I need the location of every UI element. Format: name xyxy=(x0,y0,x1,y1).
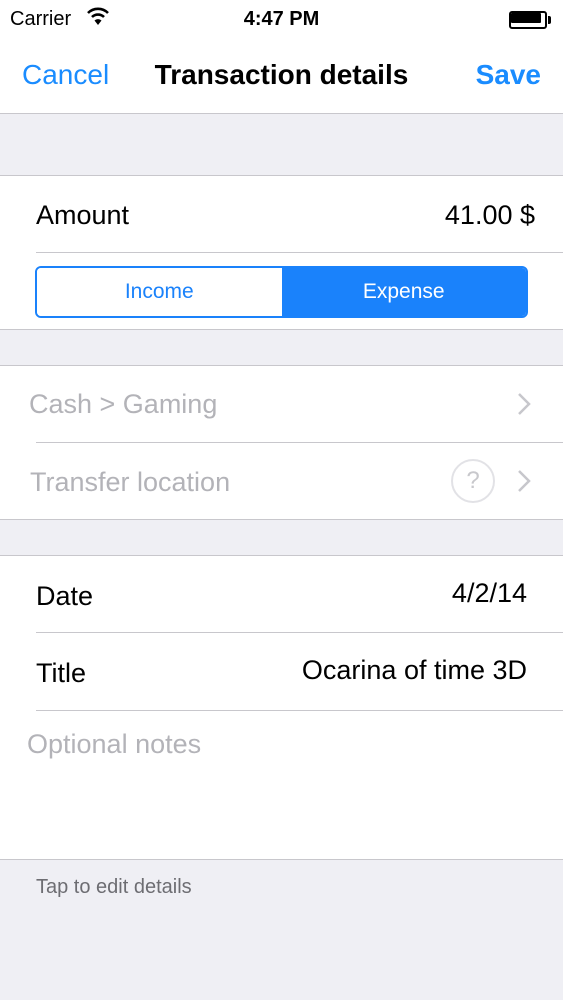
status-time: 4:47 PM xyxy=(243,8,320,30)
amount-value: 41.00 $ xyxy=(444,200,535,230)
details-section: Date 4/2/14 Title Ocarina of time 3D Opt… xyxy=(0,555,563,860)
chevron-right-icon xyxy=(517,392,531,423)
income-segment[interactable]: Income xyxy=(37,268,282,316)
amount-row[interactable]: Amount 41.00 $ xyxy=(0,176,563,252)
title-label: Title xyxy=(36,658,87,688)
transaction-type-segmented-control: Income Expense xyxy=(35,266,528,318)
footer-hint: Tap to edit details xyxy=(36,876,192,898)
notes-field[interactable]: Optional notes xyxy=(0,711,563,859)
notes-placeholder: Optional notes xyxy=(27,729,202,759)
status-bar: Carrier 4:47 PM xyxy=(0,0,563,40)
date-label: Date xyxy=(36,581,94,611)
title-row[interactable]: Title Ocarina of time 3D xyxy=(0,633,563,710)
help-icon[interactable]: ? xyxy=(451,459,495,503)
save-button[interactable]: Save xyxy=(476,59,541,91)
expense-segment[interactable]: Expense xyxy=(281,268,526,316)
date-value: 4/2/14 xyxy=(451,578,527,608)
transfer-location-label: Transfer location xyxy=(30,467,231,497)
transfer-location-row[interactable]: Transfer location ? xyxy=(0,443,563,520)
date-row[interactable]: Date 4/2/14 xyxy=(0,556,563,632)
chevron-right-icon xyxy=(517,469,531,500)
navigation-bar: Cancel Transaction details Save xyxy=(0,40,563,114)
category-path: Cash > Gaming xyxy=(29,389,218,419)
category-row[interactable]: Cash > Gaming xyxy=(0,366,563,442)
amount-label: Amount xyxy=(36,200,130,230)
category-section: Cash > Gaming Transfer location ? xyxy=(0,365,563,520)
title-value[interactable]: Ocarina of time 3D xyxy=(302,655,527,686)
amount-section: Amount 41.00 $ Income Expense xyxy=(0,175,563,330)
battery-icon xyxy=(509,11,551,29)
